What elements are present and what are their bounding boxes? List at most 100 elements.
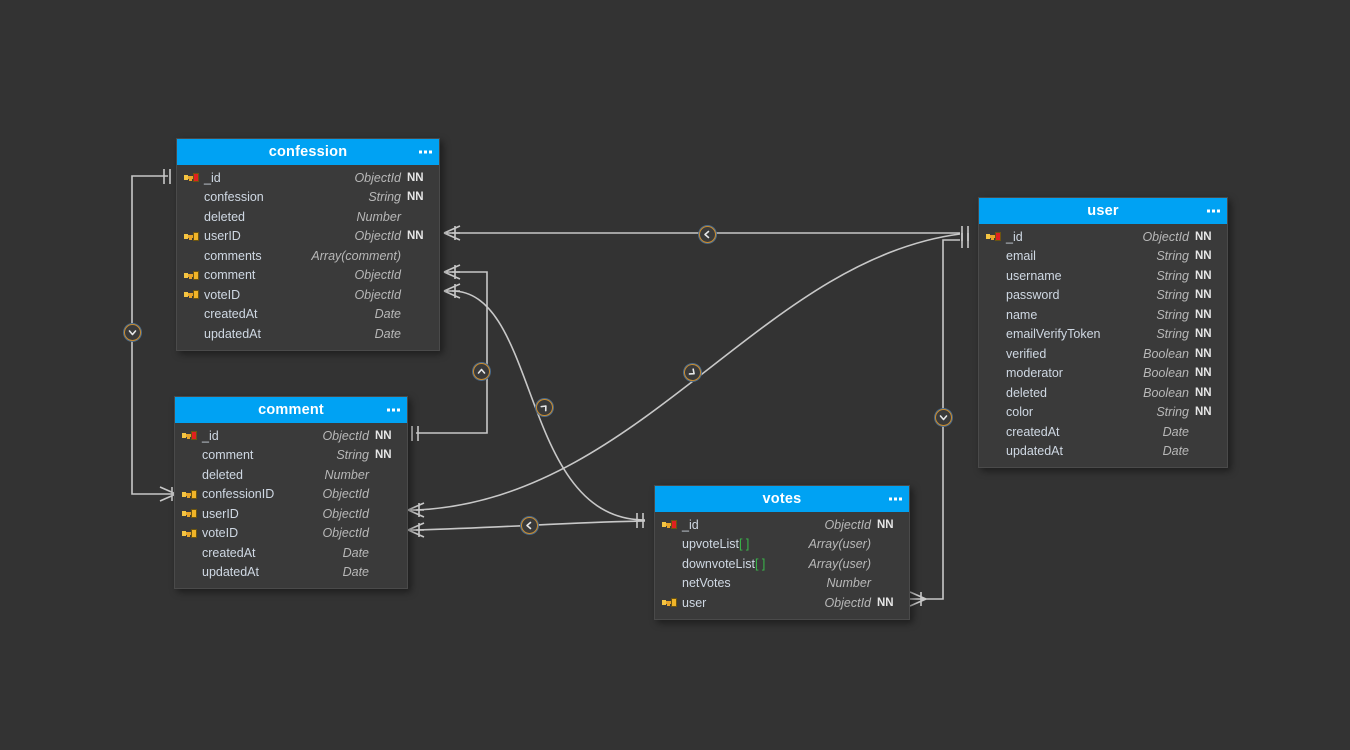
attribute-name: userID (202, 506, 239, 521)
attribute-row[interactable]: emailVerifyToken String NN (979, 325, 1227, 345)
endpoint-one-user-id-2 (961, 233, 969, 248)
attribute-type: ObjectId (354, 268, 401, 283)
entity-attributes-user: _id ObjectId NN email String NN username String… (979, 224, 1227, 467)
entity-attributes-votes: _id ObjectId NN upvoteList[ ] Array(user) dow… (655, 512, 909, 619)
entity-title-votes: votes (762, 490, 802, 507)
attribute-row[interactable]: updatedAt Date (979, 442, 1227, 462)
attribute-row[interactable]: updatedAt Date (177, 324, 439, 344)
entity-title-confession: confession (268, 143, 348, 160)
marker-confession-comment[interactable] (124, 324, 141, 341)
chevron-down-icon (939, 415, 948, 421)
attribute-row[interactable]: createdAt Date (175, 543, 407, 563)
endpoint-one-confession-id (163, 169, 171, 184)
attribute-row[interactable]: upvoteList[ ] Array(user) (655, 535, 909, 555)
endpoint-one-comment-id (411, 426, 419, 441)
attribute-type: Date (374, 307, 401, 322)
marker-confession-votes[interactable] (532, 395, 557, 420)
entity-header-votes[interactable]: votes (655, 486, 909, 512)
attribute-row[interactable]: comments Array(comment) (177, 246, 439, 266)
marker-comment-votes[interactable] (521, 517, 538, 534)
attribute-row[interactable]: userID ObjectId NN (177, 227, 439, 247)
entity-table-confession[interactable]: confession _id ObjectId NN confession String N… (176, 138, 440, 351)
attribute-row[interactable]: username String NN (979, 266, 1227, 286)
attribute-type: ObjectId (354, 170, 401, 185)
attribute-row[interactable]: createdAt Date (177, 305, 439, 325)
foreign-key-icon (662, 598, 681, 608)
entity-table-user[interactable]: user _id ObjectId NN email String NN username St… (978, 197, 1228, 468)
entity-menu-icon-user[interactable] (1207, 209, 1220, 213)
attribute-type: ObjectId (1142, 229, 1189, 244)
attribute-row[interactable]: confession String NN (177, 188, 439, 208)
attribute-not-null-badge: NN (1195, 406, 1212, 419)
endpoint-many-confession-comment (443, 264, 461, 280)
attribute-name: password (1006, 288, 1060, 303)
attribute-row[interactable]: confessionID ObjectId (175, 485, 407, 505)
attribute-type: ObjectId (354, 287, 401, 302)
attribute-name: _id (202, 428, 219, 443)
attribute-name: verified (1006, 346, 1047, 361)
attribute-type: String (1156, 288, 1189, 303)
attribute-row[interactable]: _id ObjectId NN (979, 227, 1227, 247)
entity-title-user: user (1087, 202, 1119, 219)
attribute-row[interactable]: deleted Number (177, 207, 439, 227)
attribute-row[interactable]: password String NN (979, 286, 1227, 306)
primary-key-icon (986, 232, 1005, 242)
entity-menu-icon-votes[interactable] (889, 497, 902, 501)
entity-menu-icon-confession[interactable] (419, 150, 432, 154)
attribute-row[interactable]: email String NN (979, 247, 1227, 267)
entity-table-votes[interactable]: votes _id ObjectId NN upvoteList[ ] Array(use… (654, 485, 910, 620)
attribute-row[interactable]: voteID ObjectId (175, 524, 407, 544)
attribute-row[interactable]: netVotes Number (655, 574, 909, 594)
attribute-row[interactable]: deleted Boolean NN (979, 383, 1227, 403)
primary-key-icon (182, 431, 201, 441)
attribute-row[interactable]: user ObjectId NN (655, 593, 909, 613)
attribute-name: _id (204, 170, 221, 185)
attribute-row[interactable]: name String NN (979, 305, 1227, 325)
attribute-type: Date (342, 565, 369, 580)
attribute-not-null-badge: NN (1195, 308, 1212, 321)
attribute-row[interactable]: _id ObjectId NN (175, 426, 407, 446)
entity-header-comment[interactable]: comment (175, 397, 407, 423)
attribute-name: _id (1006, 229, 1023, 244)
attribute-row[interactable]: comment ObjectId (177, 266, 439, 286)
attribute-row[interactable]: voteID ObjectId (177, 285, 439, 305)
attribute-row[interactable]: _id ObjectId NN (655, 515, 909, 535)
attribute-row[interactable]: createdAt Date (979, 422, 1227, 442)
attribute-type: Boolean (1143, 346, 1189, 361)
entity-header-confession[interactable]: confession (177, 139, 439, 165)
entity-table-comment[interactable]: comment _id ObjectId NN comment String NN delet… (174, 396, 408, 589)
entity-menu-icon-comment[interactable] (387, 408, 400, 412)
attribute-not-null-badge: NN (1195, 386, 1212, 399)
attribute-row[interactable]: deleted Number (175, 465, 407, 485)
attribute-row[interactable]: userID ObjectId (175, 504, 407, 524)
marker-comment-user[interactable] (680, 360, 705, 385)
attribute-row[interactable]: moderator Boolean NN (979, 364, 1227, 384)
attribute-array-brackets: [ ] (754, 556, 766, 571)
chevron-down-icon (128, 330, 137, 336)
marker-confession-user[interactable] (699, 226, 716, 243)
marker-comment-confession[interactable] (473, 363, 490, 380)
attribute-row[interactable]: updatedAt Date (175, 563, 407, 583)
er-diagram-canvas[interactable]: confession _id ObjectId NN confession String N… (0, 0, 1350, 750)
foreign-key-icon (184, 290, 203, 300)
chevron-left-icon (704, 230, 710, 239)
attribute-name: user (682, 595, 707, 610)
attribute-row[interactable]: _id ObjectId NN (177, 168, 439, 188)
attribute-name: voteID (202, 526, 239, 541)
attribute-row[interactable]: color String NN (979, 403, 1227, 423)
attribute-type: String (1156, 268, 1189, 283)
attribute-type: String (1156, 307, 1189, 322)
attribute-name: createdAt (204, 307, 258, 322)
entity-header-user[interactable]: user (979, 198, 1227, 224)
attribute-type: Date (1162, 444, 1189, 459)
entity-attributes-comment: _id ObjectId NN comment String NN deleted Numbe… (175, 423, 407, 588)
attribute-not-null-badge: NN (877, 596, 894, 609)
attribute-row[interactable]: verified Boolean NN (979, 344, 1227, 364)
primary-key-icon (184, 173, 203, 183)
endpoint-many-comment-voteid (407, 522, 425, 538)
attribute-row[interactable]: downvoteList[ ] Array(user) (655, 554, 909, 574)
attribute-row[interactable]: comment String NN (175, 446, 407, 466)
marker-votes-user[interactable] (935, 409, 952, 426)
attribute-name: upvoteList[ ] (682, 537, 750, 552)
endpoint-one-user-id (961, 226, 969, 241)
